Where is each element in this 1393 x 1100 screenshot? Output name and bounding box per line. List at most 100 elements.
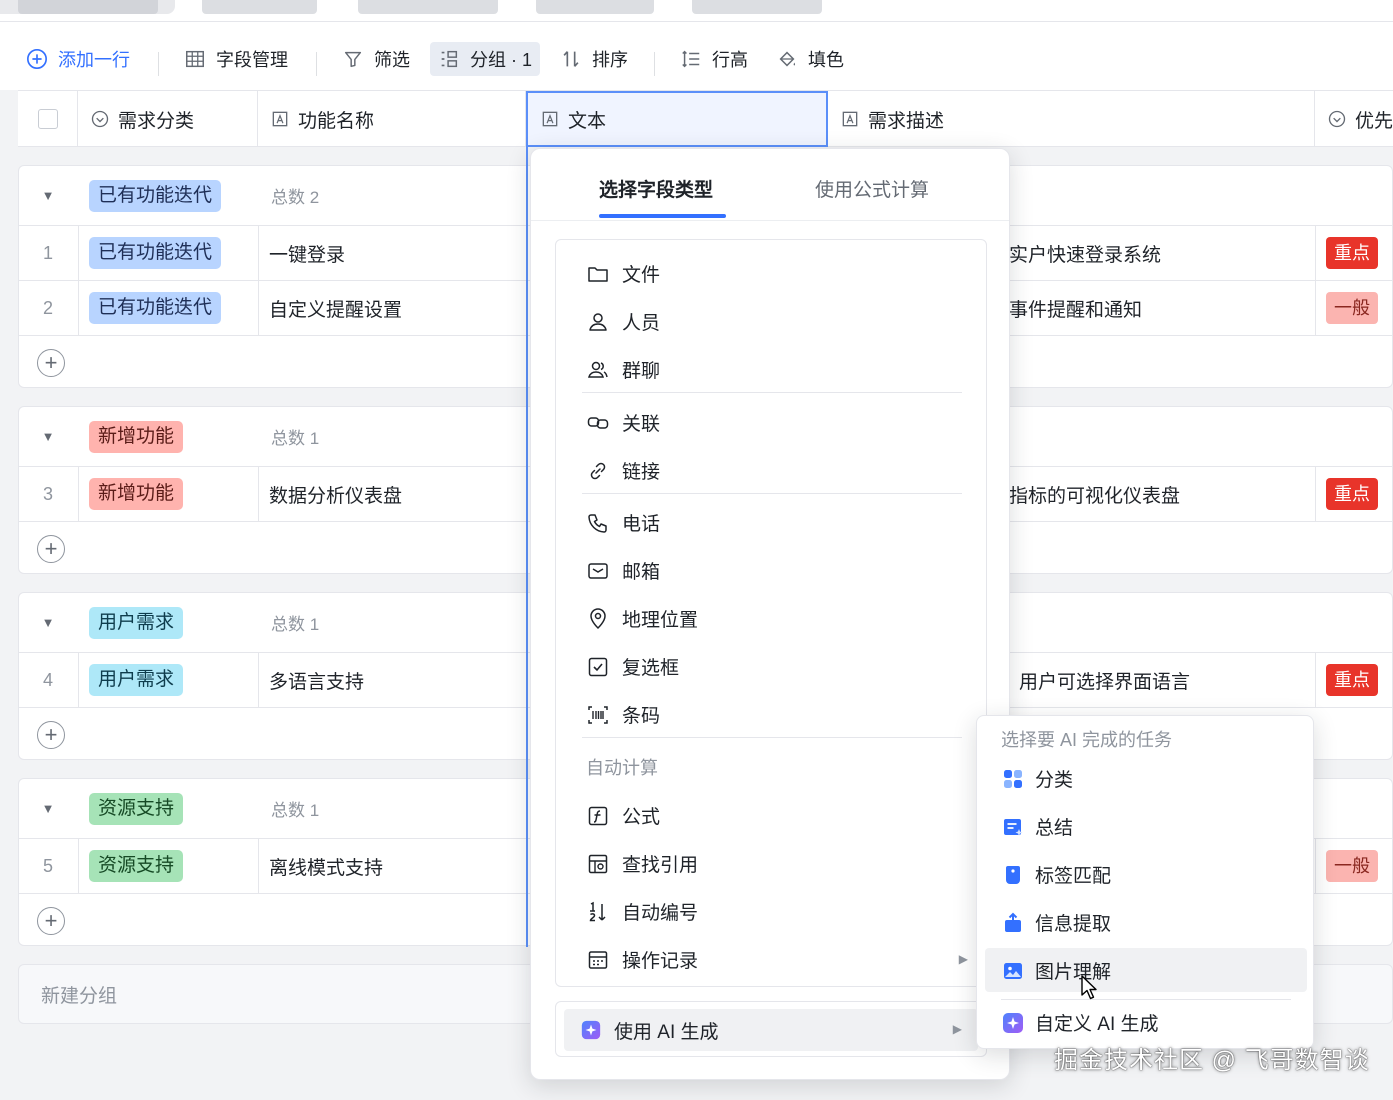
collapse-caret-icon[interactable]: ▼	[19, 166, 77, 225]
field-type-relation[interactable]: 关联	[586, 409, 660, 436]
collapse-caret-icon[interactable]: ▼	[19, 593, 77, 652]
add-record-button[interactable]: +	[37, 907, 65, 935]
ai-sparkle-icon	[1003, 1012, 1023, 1033]
priority-tag: 一般	[1326, 850, 1378, 882]
field-type-link[interactable]: 链接	[586, 457, 660, 484]
phone-icon	[588, 513, 607, 533]
auto-number-icon	[589, 901, 606, 921]
field-type-checkbox[interactable]: 复选框	[586, 653, 679, 680]
view-tab-5[interactable]	[692, 0, 822, 14]
select-all-checkbox[interactable]	[38, 109, 58, 129]
fill-color-button[interactable]: 填色	[772, 42, 848, 76]
filter-button[interactable]: 筛选	[338, 42, 414, 76]
field-type-formula[interactable]: 公式	[586, 802, 660, 829]
field-type-email[interactable]: 邮箱	[586, 557, 660, 584]
view-tab-3[interactable]	[358, 0, 498, 14]
view-tab-1[interactable]	[18, 0, 158, 14]
collapse-caret-icon[interactable]: ▼	[19, 407, 77, 466]
column-header-text[interactable]: 文本	[526, 91, 828, 147]
add-row-button[interactable]: 添加一行	[22, 42, 134, 76]
field-type-barcode[interactable]: 条码	[586, 701, 660, 728]
field-type-file[interactable]: 文件	[586, 260, 660, 287]
column-header-label: 功能名称	[298, 110, 375, 132]
group-count: 总数 1	[271, 429, 320, 448]
row-number: 4	[42, 669, 53, 690]
sort-button[interactable]: 排序	[556, 42, 632, 76]
group-button[interactable]: 分组 · 1	[430, 42, 541, 76]
feature-cell[interactable]: 多语言支持	[269, 653, 364, 707]
field-type-label: 公式	[622, 807, 661, 828]
text-field-icon	[542, 111, 558, 127]
add-record-button[interactable]: +	[37, 721, 65, 749]
tab-use-formula[interactable]: 使用公式计算	[815, 175, 929, 202]
column-header-label: 文本	[568, 110, 607, 132]
add-record-button[interactable]: +	[37, 349, 65, 377]
feature-cell[interactable]: 数据分析仪表盘	[269, 467, 402, 521]
toolbar: 添加一行 字段管理 筛选 分组 · 1 排序 行高 填色	[0, 22, 1393, 90]
field-type-label: 关联	[622, 414, 661, 435]
relation-icon	[587, 416, 609, 429]
sort-icon	[563, 51, 579, 67]
ai-task-custom[interactable]: 自定义 AI 生成	[1001, 1009, 1159, 1036]
category-tag: 已有功能迭代	[89, 292, 222, 324]
ai-task-label: 图片理解	[1035, 962, 1112, 983]
group-icon	[441, 50, 458, 68]
description-cell[interactable]: 用户可选择界面语言	[1019, 653, 1190, 707]
tag-icon	[1006, 865, 1020, 884]
view-tab-4[interactable]	[536, 0, 654, 14]
field-type-label: 地理位置	[622, 610, 699, 631]
field-type-history[interactable]: 操作记录	[586, 946, 698, 973]
field-type-person[interactable]: 人员	[586, 308, 660, 335]
popup-tabs: 选择字段类型 使用公式计算	[531, 149, 1009, 221]
field-type-group-chat[interactable]: 群聊	[586, 356, 660, 383]
description-cell[interactable]: 事件提醒和通知	[1009, 281, 1142, 335]
list-divider	[582, 392, 962, 393]
category-tag: 资源支持	[89, 850, 184, 882]
add-record-button[interactable]: +	[37, 535, 65, 563]
history-log-icon	[588, 950, 608, 969]
submenu-divider	[1001, 999, 1291, 1000]
feature-cell[interactable]: 一键登录	[269, 226, 345, 280]
ai-generate-button[interactable]: 使用 AI 生成 ▶	[564, 1009, 978, 1051]
ai-task-submenu: 选择要 AI 完成的任务 分类 总结 标签匹配 信息提取 图片理解 自定义 AI…	[976, 715, 1314, 1049]
ai-task-label: 总结	[1035, 818, 1074, 839]
group-tag: 新增功能	[89, 420, 184, 453]
tab-select-field-type[interactable]: 选择字段类型	[599, 175, 713, 202]
ai-generate-box: 使用 AI 生成 ▶	[555, 1001, 987, 1057]
checkbox-icon	[588, 657, 608, 676]
column-header-priority[interactable]: 优先	[1315, 91, 1393, 147]
ai-task-summarize[interactable]: 总结	[1001, 813, 1073, 840]
extract-icon	[1005, 912, 1021, 932]
field-type-label: 人员	[622, 313, 661, 334]
paint-bucket-icon	[779, 51, 796, 67]
row-height-label: 行高	[712, 50, 748, 70]
feature-cell[interactable]: 自定义提醒设置	[269, 281, 402, 335]
field-type-label: 群聊	[622, 361, 661, 382]
field-type-auto-number[interactable]: 自动编号	[586, 898, 698, 925]
field-type-label: 条码	[622, 706, 661, 727]
submenu-arrow-icon: ▶	[952, 1022, 962, 1036]
ai-task-classify[interactable]: 分类	[1001, 765, 1073, 792]
row-height-button[interactable]: 行高	[676, 42, 752, 76]
ai-task-tag-match[interactable]: 标签匹配	[1001, 861, 1111, 888]
ai-task-submenu-title: 选择要 AI 完成的任务	[1001, 730, 1173, 750]
ai-generate-label: 使用 AI 生成	[614, 1021, 719, 1043]
column-header-description[interactable]: 需求描述	[828, 91, 1315, 147]
field-type-phone[interactable]: 电话	[586, 509, 660, 536]
summary-doc-icon	[1004, 818, 1023, 836]
group-people-icon	[588, 361, 608, 378]
field-manage-button[interactable]: 字段管理	[180, 42, 292, 76]
view-tab-2[interactable]	[202, 0, 317, 14]
field-type-location[interactable]: 地理位置	[586, 605, 698, 632]
row-height-icon	[682, 50, 700, 68]
collapse-caret-icon[interactable]: ▼	[19, 779, 77, 838]
ai-task-extract[interactable]: 信息提取	[1001, 909, 1111, 936]
feature-cell[interactable]: 离线模式支持	[269, 839, 383, 893]
column-header-category[interactable]: 需求分类	[78, 91, 258, 147]
field-type-lookup[interactable]: 查找引用	[586, 850, 698, 877]
view-tab-strip	[0, 0, 1393, 22]
description-cell[interactable]: 实户快速登录系统	[1009, 226, 1161, 280]
description-cell[interactable]: 指标的可视化仪表盘	[1009, 467, 1180, 521]
column-header-feature[interactable]: 功能名称	[258, 91, 526, 147]
selected-column-border	[526, 147, 528, 947]
